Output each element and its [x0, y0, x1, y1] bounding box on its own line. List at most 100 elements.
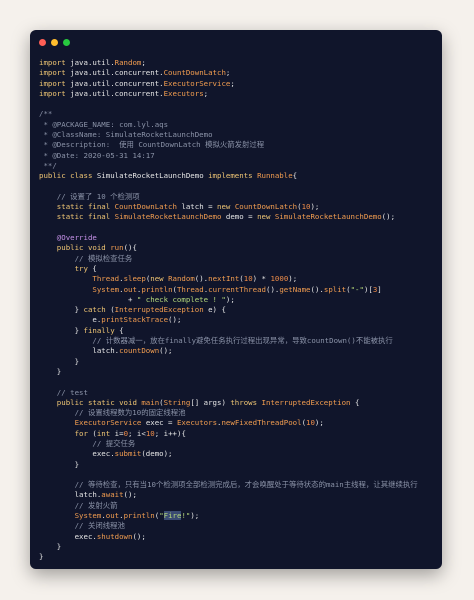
code-line: }	[39, 460, 438, 470]
code-token: CountDownLatch	[114, 202, 182, 212]
code-token: shutdown	[96, 531, 133, 541]
minimize-dot-icon	[51, 39, 58, 46]
code-token: * @Date: 2020-05-31 14:17	[39, 150, 155, 160]
code-token: ]	[377, 284, 382, 294]
code-token: }	[39, 552, 44, 562]
code-token: "-"	[350, 284, 364, 294]
code-token: static final	[39, 212, 115, 222]
code-token: // 计数器减一，放在finally避免任务执行过程出现异常，导致countDo…	[39, 336, 393, 346]
code-token: newFixedThreadPool	[221, 418, 302, 428]
code-token: SimulateRocketLaunchDemo	[96, 171, 209, 181]
code-token: latch.	[39, 346, 120, 356]
code-line: public static void main(String[] args) t…	[39, 398, 438, 408]
code-token: **/	[39, 160, 57, 170]
code-token: +	[39, 294, 137, 304]
code-line: latch.await();	[39, 490, 438, 500]
code-token: Random	[168, 274, 195, 284]
code-token: new	[217, 202, 235, 212]
code-line: // 提交任务	[39, 439, 438, 449]
code-line: }	[39, 367, 438, 377]
code-token: String	[163, 397, 191, 407]
code-line: static final CountDownLatch latch = new …	[39, 202, 438, 212]
code-token: java.util.concurrent.	[70, 78, 164, 88]
code-token: demo =	[225, 212, 258, 222]
code-token: // 设置了 10 个检测项	[39, 191, 140, 201]
code-line: + " check complete ! ");	[39, 295, 438, 305]
code-token: throws	[230, 397, 262, 407]
code-token: ) *	[252, 274, 271, 284]
code-line: @Override	[39, 233, 438, 243]
code-token: latch.	[39, 490, 102, 500]
code-token: split	[323, 284, 347, 294]
code-line: import java.util.concurrent.CountDownLat…	[39, 68, 438, 78]
code-token: latch =	[181, 202, 218, 212]
code-token: 10	[306, 418, 315, 428]
code-token: {	[92, 263, 97, 273]
code-token: ;	[203, 88, 209, 98]
code-token: ; i<	[128, 428, 146, 438]
code-line: import java.util.concurrent.ExecutorServ…	[39, 79, 438, 89]
code-token: int	[96, 428, 115, 438]
code-token: {	[119, 325, 124, 335]
code-token: }	[39, 459, 80, 469]
code-token: * @Description: 使用 CountDownLatch 模拟火箭发射…	[39, 140, 265, 150]
code-line: Thread.sleep(new Random().nextInt(10) * …	[39, 274, 438, 284]
code-token: }	[39, 305, 84, 315]
code-token: }	[39, 325, 84, 335]
code-token: }	[39, 541, 62, 551]
code-token: " check complete ! "	[136, 294, 226, 304]
code-window: import java.util.Random; import java.util…	[30, 30, 442, 569]
code-token: CountDownLatch	[234, 202, 298, 212]
code-token: public class	[39, 171, 97, 181]
code-token: );	[314, 418, 324, 428]
code-line: ExecutorService exec = Executors.newFixe…	[39, 418, 438, 428]
code-token: ;	[225, 68, 231, 78]
code-token: }	[39, 366, 62, 376]
code-token: exec =	[145, 418, 177, 428]
code-token: ().	[266, 284, 280, 294]
code-token: );	[310, 202, 320, 212]
code-token: // test	[39, 387, 88, 397]
code-line: * @Date: 2020-05-31 14:17	[39, 151, 438, 161]
code-token: * @ClassName: SimulateRocketLaunchDemo	[39, 130, 213, 140]
code-token: InterruptedException	[261, 397, 355, 407]
code-token: countDown	[119, 346, 160, 356]
code-token: Thread	[92, 274, 120, 284]
code-token: new	[257, 212, 275, 222]
code-token: ;	[230, 78, 235, 88]
code-token: ();	[132, 531, 146, 541]
code-token: // 模拟检查任务	[39, 253, 133, 263]
code-token: for	[39, 428, 93, 438]
code-token: import	[39, 88, 71, 98]
code-line: for (int i=0; i<10; i++){	[39, 429, 438, 439]
code-line: } catch (InterruptedException e) {	[39, 305, 438, 315]
code-token: import	[39, 68, 71, 78]
code-line: * @ClassName: SimulateRocketLaunchDemo	[39, 130, 438, 140]
code-token: ();	[159, 346, 173, 356]
code-token: submit	[114, 449, 142, 459]
code-token: i=	[114, 428, 124, 438]
code-line: System.out.println("Fire!");	[39, 511, 438, 521]
code-token: );	[190, 511, 200, 521]
code-token: static final	[39, 202, 115, 212]
code-token: ();	[381, 212, 396, 222]
code-token: import	[39, 58, 71, 67]
code-token: (demo);	[141, 449, 173, 459]
code-token: exec.	[39, 449, 115, 459]
code-token: // 设置线程数为10的固定线程池	[39, 408, 186, 418]
code-token: ();	[168, 315, 182, 325]
code-token: await	[101, 490, 124, 500]
code-line: }	[39, 542, 438, 552]
code-token: println	[123, 511, 155, 521]
code-token: {	[354, 397, 360, 407]
code-line: e.printStackTrace();	[39, 315, 438, 325]
code-token: // 关闭线程池	[39, 521, 125, 531]
code-token: // 发射火箭	[39, 500, 118, 510]
code-token: }	[39, 356, 80, 366]
